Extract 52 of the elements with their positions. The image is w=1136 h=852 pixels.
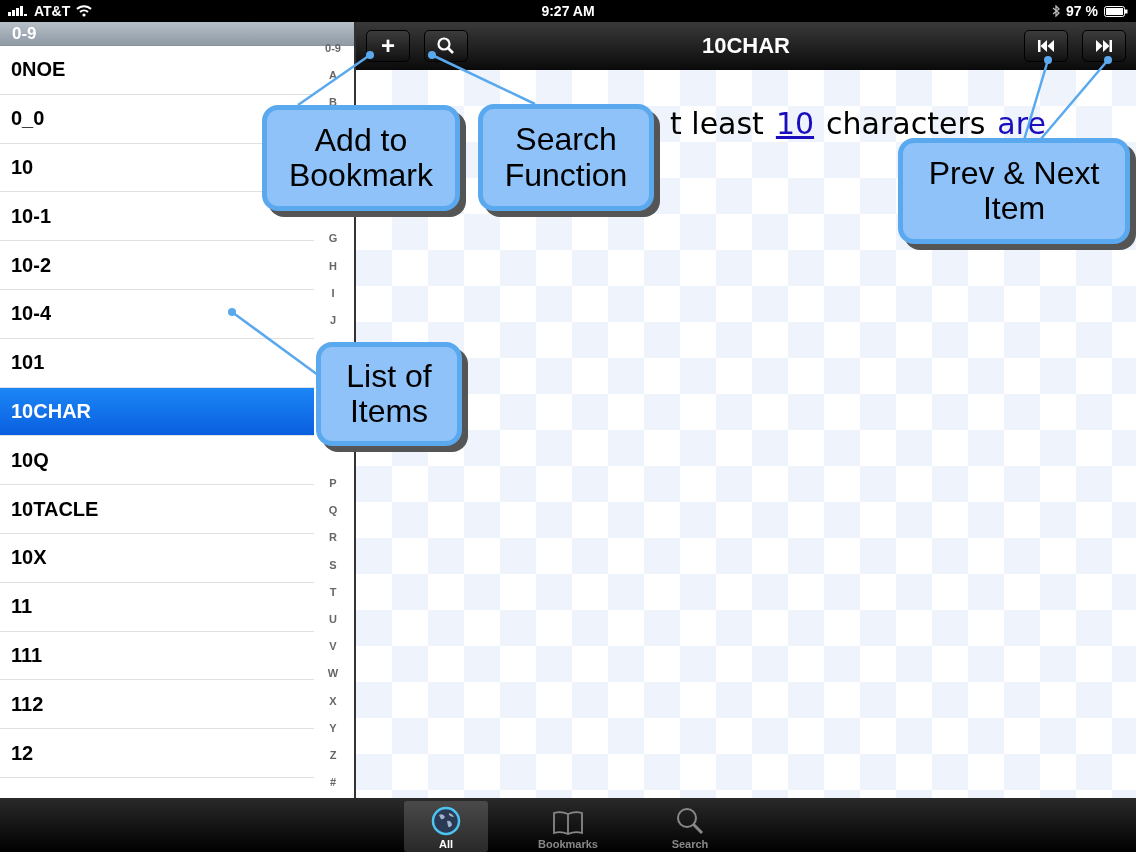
nav-title: 10CHAR (702, 33, 790, 59)
tab[interactable]: Bookmarks (526, 801, 610, 852)
carrier-name: AT&T (34, 3, 71, 19)
bluetooth-icon (1052, 5, 1061, 17)
clock-time: 9:27 AM (541, 3, 595, 19)
list-item[interactable]: 111 (0, 631, 314, 681)
index-letter[interactable]: R (329, 524, 337, 552)
signal-icon (8, 6, 28, 16)
list-item[interactable]: 10-2 (0, 241, 314, 290)
index-letter[interactable]: T (329, 578, 337, 607)
battery-icon (1104, 5, 1128, 17)
wifi-icon (76, 5, 93, 17)
index-letter[interactable]: X (329, 687, 337, 715)
list-item[interactable]: 101 (0, 338, 314, 388)
tab[interactable]: All (404, 801, 488, 852)
index-letter[interactable]: Z (329, 742, 337, 770)
index-letter[interactable]: Q (328, 497, 338, 525)
index-letter[interactable]: I (331, 279, 335, 307)
list-item[interactable]: 12 (0, 729, 314, 778)
index-letter[interactable]: U (329, 606, 337, 634)
index-letter[interactable]: J (329, 306, 337, 335)
list-item[interactable]: 0NOE (0, 46, 314, 95)
index-letter[interactable]: H (329, 252, 337, 280)
index-letter[interactable]: V (329, 633, 337, 661)
list-item[interactable]: 10TACLE (0, 485, 314, 534)
index-letter[interactable]: G (328, 225, 338, 253)
index-letter[interactable]: A (329, 62, 337, 90)
list-item[interactable]: 112 (0, 680, 314, 730)
list-item[interactable]: 10Q (0, 436, 314, 486)
battery-percent: 97 % (1066, 3, 1098, 19)
index-letter[interactable]: S (329, 551, 337, 579)
body-text: characters (826, 106, 986, 141)
list-item[interactable]: 10CHAR (0, 387, 314, 437)
search-button[interactable] (424, 30, 468, 62)
previous-button[interactable] (1024, 30, 1068, 62)
search-icon (675, 806, 705, 836)
index-letter[interactable]: P (329, 470, 337, 498)
search-icon (436, 36, 456, 56)
tab[interactable]: Search (648, 801, 732, 852)
text-link[interactable]: 10 (775, 106, 815, 141)
index-letter[interactable]: W (327, 660, 339, 688)
list-item[interactable]: 10X (0, 533, 314, 583)
book-icon (552, 810, 584, 836)
skip-back-icon (1036, 39, 1056, 53)
index-letter[interactable]: Y (329, 714, 337, 742)
globe-icon (431, 806, 461, 836)
skip-forward-icon (1094, 39, 1114, 53)
index-letter[interactable]: # (329, 769, 337, 797)
list-item[interactable]: 11 (0, 582, 314, 632)
add-button[interactable]: + (366, 30, 410, 62)
body-text: t least (670, 106, 764, 141)
next-button[interactable] (1082, 30, 1126, 62)
